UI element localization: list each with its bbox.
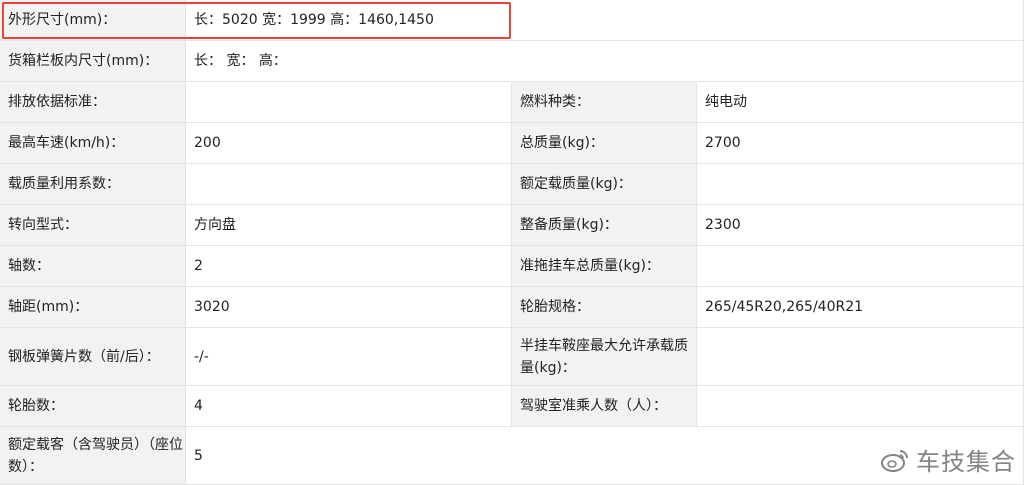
- row-value: [697, 386, 1024, 427]
- row-value: 2: [186, 246, 512, 287]
- row-label: 燃料种类：: [512, 82, 697, 123]
- row-label: 轮胎规格：: [512, 287, 697, 328]
- row-label: 钢板弹簧片数（前/后）：: [0, 328, 186, 386]
- table-row: 额定载客（含驾驶员）（座位数）： 5: [0, 427, 1024, 485]
- row-label: 整备质量(kg)：: [512, 205, 697, 246]
- row-value: 纯电动: [697, 82, 1024, 123]
- row-value: 方向盘: [186, 205, 512, 246]
- table-row: 轮胎数： 4 驾驶室准乘人数（人）：: [0, 386, 1024, 427]
- row-label: 轴数：: [0, 246, 186, 287]
- row-label: 转向型式：: [0, 205, 186, 246]
- row-value: -/-: [186, 328, 512, 386]
- table-row: 排放依据标准： 燃料种类： 纯电动: [0, 82, 1024, 123]
- row-label: 驾驶室准乘人数（人）：: [512, 386, 697, 427]
- table-row: 轴距(mm)： 3020 轮胎规格： 265/45R20,265/40R21: [0, 287, 1024, 328]
- row-label: 轴距(mm)：: [0, 287, 186, 328]
- row-label: 总质量(kg)：: [512, 123, 697, 164]
- table-row: 钢板弹簧片数（前/后）： -/- 半挂车鞍座最大允许承载质量(kg)：: [0, 328, 1024, 386]
- row-value: 2700: [697, 123, 1024, 164]
- table-row: 货箱栏板内尺寸(mm)： 长： 宽： 高：: [0, 41, 1024, 82]
- row-label: 半挂车鞍座最大允许承载质量(kg)：: [512, 328, 697, 386]
- table-row: 载质量利用系数： 额定载质量(kg)：: [0, 164, 1024, 205]
- table-row: 转向型式： 方向盘 整备质量(kg)： 2300: [0, 205, 1024, 246]
- weibo-icon: [881, 449, 908, 472]
- row-value: [186, 82, 512, 123]
- row-value: 长： 宽： 高：: [186, 41, 1024, 82]
- table-row: 外形尺寸(mm)： 长：5020 宽：1999 高：1460,1450: [0, 0, 1024, 41]
- row-value: [697, 164, 1024, 205]
- row-label: 最高车速(km/h)：: [0, 123, 186, 164]
- table-row: 最高车速(km/h)： 200 总质量(kg)： 2700: [0, 123, 1024, 164]
- row-label: 准拖挂车总质量(kg)：: [512, 246, 697, 287]
- row-value: [697, 246, 1024, 287]
- row-value: [186, 164, 512, 205]
- spec-table: 外形尺寸(mm)： 长：5020 宽：1999 高：1460,1450 货箱栏板内尺…: [0, 0, 1024, 485]
- watermark-text: 车技集合: [916, 448, 1016, 476]
- row-label: 轮胎数：: [0, 386, 186, 427]
- row-value: [697, 328, 1024, 386]
- table-row: 轴数： 2 准拖挂车总质量(kg)：: [0, 246, 1024, 287]
- row-value: 3020: [186, 287, 512, 328]
- row-value: 4: [186, 386, 512, 427]
- row-label: 额定载质量(kg)：: [512, 164, 697, 205]
- watermark: 车技集合: [880, 442, 1016, 477]
- row-label: 货箱栏板内尺寸(mm)：: [0, 41, 186, 82]
- row-value: 200: [186, 123, 512, 164]
- row-label: 额定载客（含驾驶员）（座位数）：: [0, 427, 186, 485]
- row-label: 排放依据标准：: [0, 82, 186, 123]
- row-value: 2300: [697, 205, 1024, 246]
- row-value: 265/45R20,265/40R21: [697, 287, 1024, 328]
- row-label: 外形尺寸(mm)：: [0, 0, 186, 41]
- row-label: 载质量利用系数：: [0, 164, 186, 205]
- row-value: 长：5020 宽：1999 高：1460,1450: [186, 0, 1024, 41]
